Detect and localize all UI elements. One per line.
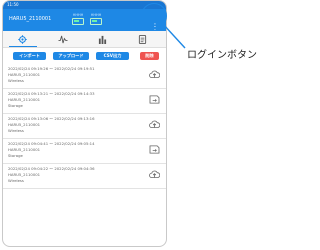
callout-leader-line <box>162 23 186 49</box>
callout-label: ログインボタン <box>187 50 257 61</box>
